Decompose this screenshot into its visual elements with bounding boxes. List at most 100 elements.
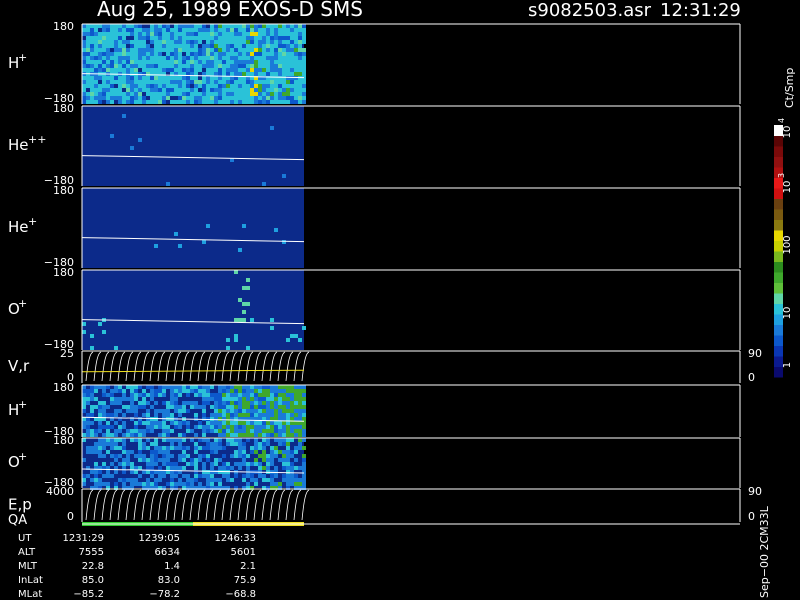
spectro-cell <box>94 52 98 56</box>
spectro-cell <box>238 425 242 429</box>
spectro-cell <box>210 450 214 454</box>
spectro-cell <box>282 76 286 80</box>
spectro-cell <box>106 68 110 72</box>
spectro-cell <box>94 462 98 466</box>
spectro-cell <box>294 88 298 92</box>
spectro-cell <box>118 56 122 60</box>
trace-arc <box>93 351 102 382</box>
spectro-cell <box>278 433 282 437</box>
spectro-cell <box>210 421 214 425</box>
spectro-cell <box>190 28 194 32</box>
spectro-cell <box>234 92 238 96</box>
spectro-cell <box>162 64 166 68</box>
spectro-cell <box>286 413 290 417</box>
spectro-cell <box>154 44 158 48</box>
spectro-cell <box>298 393 302 397</box>
spectro-cell <box>294 433 298 437</box>
spectro-cell <box>118 52 122 56</box>
spectro-cell <box>278 450 282 454</box>
spectro-cell <box>170 60 174 64</box>
spectro-cell <box>166 24 170 28</box>
spectro-cell <box>166 32 170 36</box>
spectro-cell <box>90 385 94 389</box>
spectro-cell <box>298 401 302 405</box>
spectro-cell <box>286 100 290 104</box>
spectro-cell <box>206 446 210 450</box>
spectro-cell <box>282 24 286 28</box>
spectro-cell <box>246 28 250 32</box>
spectro-cell <box>222 72 226 76</box>
spectro-cell <box>242 60 246 64</box>
spectro-cell <box>150 393 154 397</box>
spectro-cell <box>154 438 158 442</box>
spectro-cell <box>286 450 290 454</box>
spectro-cell <box>126 40 130 44</box>
spectro-cell <box>222 64 226 68</box>
spectro-cell <box>114 32 118 36</box>
spectro-cell <box>210 482 214 486</box>
spectro-cell <box>146 478 150 482</box>
spectro-cell <box>210 36 214 40</box>
spectro-cell <box>198 60 202 64</box>
spectro-cell <box>178 409 182 413</box>
spectro-cell <box>222 40 226 44</box>
colorbar-tick: 1 <box>782 362 793 368</box>
spectro-cell <box>122 405 126 409</box>
spectro-cell <box>158 80 162 84</box>
spectro-cell <box>170 397 174 401</box>
spectro-cell <box>150 454 154 458</box>
spectro-cell <box>134 24 138 28</box>
spectro-cell <box>230 44 234 48</box>
spectro-cell <box>90 413 94 417</box>
spectro-cell <box>202 36 206 40</box>
spectro-cell <box>282 60 286 64</box>
spectro-cell <box>242 32 246 36</box>
spectro-cell <box>210 478 214 482</box>
spectro-cell <box>186 389 190 393</box>
spectro-cell <box>302 24 306 28</box>
spectro-cell <box>290 84 294 88</box>
spectro-cell <box>214 40 218 44</box>
spectro-cell <box>270 28 274 32</box>
spectro-cell <box>98 470 102 474</box>
spectro-cell <box>198 80 202 84</box>
spectro-cell <box>158 393 162 397</box>
spectro-cell <box>198 454 202 458</box>
spectro-cell <box>302 413 306 417</box>
spectro-cell <box>274 482 278 486</box>
spectro-cell <box>210 92 214 96</box>
spectro-cell <box>254 56 258 60</box>
spectro-cell <box>110 56 114 60</box>
spectro-cell <box>226 442 230 446</box>
colorbar-tick: 100 <box>782 235 793 254</box>
spectro-cell <box>198 84 202 88</box>
spectro-cell <box>286 28 290 32</box>
colorbar-swatch <box>774 156 783 168</box>
spectro-cell <box>266 458 270 462</box>
spectro-cell <box>290 40 294 44</box>
spectro-cell <box>126 100 130 104</box>
spectro-cell <box>258 385 262 389</box>
spectro-cell <box>102 84 106 88</box>
spectro-cell <box>258 429 262 433</box>
spectro-cell <box>286 385 290 389</box>
spectro-cell <box>286 338 290 342</box>
spectro-cell <box>146 458 150 462</box>
spectro-cell <box>206 40 210 44</box>
trace-arc <box>197 489 206 521</box>
spectro-cell <box>118 76 122 80</box>
spectro-cell <box>278 421 282 425</box>
spectro-cell <box>82 433 86 437</box>
spectro-cell <box>126 409 130 413</box>
spectro-cell <box>102 385 106 389</box>
spectro-cell <box>122 442 126 446</box>
spectro-cell <box>206 52 210 56</box>
spectro-cell <box>102 76 106 80</box>
spectro-cell <box>182 433 186 437</box>
spectro-cell <box>282 429 286 433</box>
spectro-cell <box>206 64 210 68</box>
spectro-cell <box>270 68 274 72</box>
spectro-cell <box>214 96 218 100</box>
spectro-cell <box>94 385 98 389</box>
right-tick-top: 90 <box>748 485 762 498</box>
